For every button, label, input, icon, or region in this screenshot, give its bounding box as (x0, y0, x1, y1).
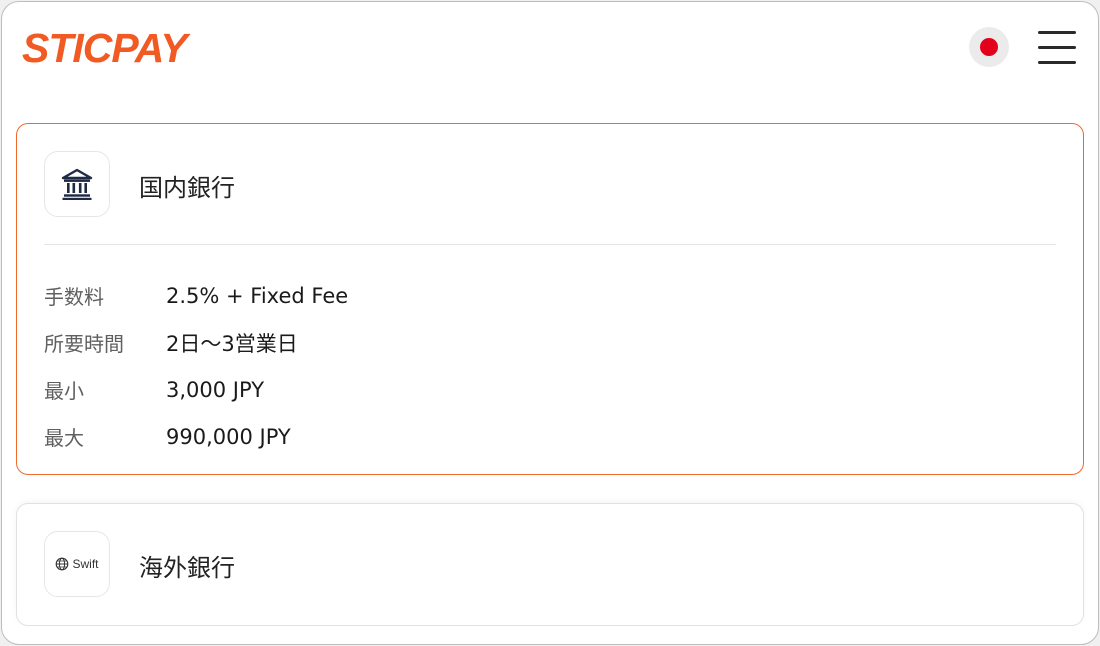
divider (44, 244, 1056, 245)
bank-icon-container (44, 151, 110, 217)
language-selector-button[interactable] (969, 27, 1009, 67)
method-title: 海外銀行 (139, 554, 235, 582)
bank-icon (61, 168, 93, 200)
swift-icon-container: Swift (44, 531, 110, 597)
max-value: 990,000 JPY (166, 424, 291, 449)
max-label: 最大 (44, 426, 84, 450)
payment-method-card-domestic-bank[interactable]: 国内銀行 手数料 2.5% + Fixed Fee 所要時間 2日～3営業日 最… (16, 123, 1084, 475)
detail-row-max: 最大 990,000 JPY (44, 413, 348, 460)
hamburger-menu-icon[interactable] (1038, 29, 1076, 65)
header: STICPAY (2, 2, 1098, 94)
method-details: 手数料 2.5% + Fixed Fee 所要時間 2日～3営業日 最小 3,0… (44, 272, 348, 460)
detail-row-time: 所要時間 2日～3営業日 (44, 319, 348, 366)
method-title: 国内銀行 (139, 174, 235, 202)
min-label: 最小 (44, 379, 84, 403)
detail-row-min: 最小 3,000 JPY (44, 366, 348, 413)
fee-value: 2.5% + Fixed Fee (166, 283, 349, 308)
sticpay-logo[interactable]: STICPAY (22, 26, 188, 70)
swift-globe-icon: Swift (55, 557, 99, 571)
fee-label: 手数料 (44, 285, 104, 309)
japan-flag-icon (980, 38, 998, 56)
min-value: 3,000 JPY (166, 377, 265, 402)
time-value: 2日～3営業日 (166, 331, 298, 356)
detail-row-fee: 手数料 2.5% + Fixed Fee (44, 272, 348, 319)
swift-label: Swift (72, 557, 99, 571)
payment-method-card-overseas-bank[interactable]: Swift 海外銀行 (16, 503, 1084, 626)
time-label: 所要時間 (44, 332, 124, 356)
app-frame: STICPAY 国内銀行 手数料 2.5% + Fixed Fee 所要時間 2… (1, 1, 1099, 645)
